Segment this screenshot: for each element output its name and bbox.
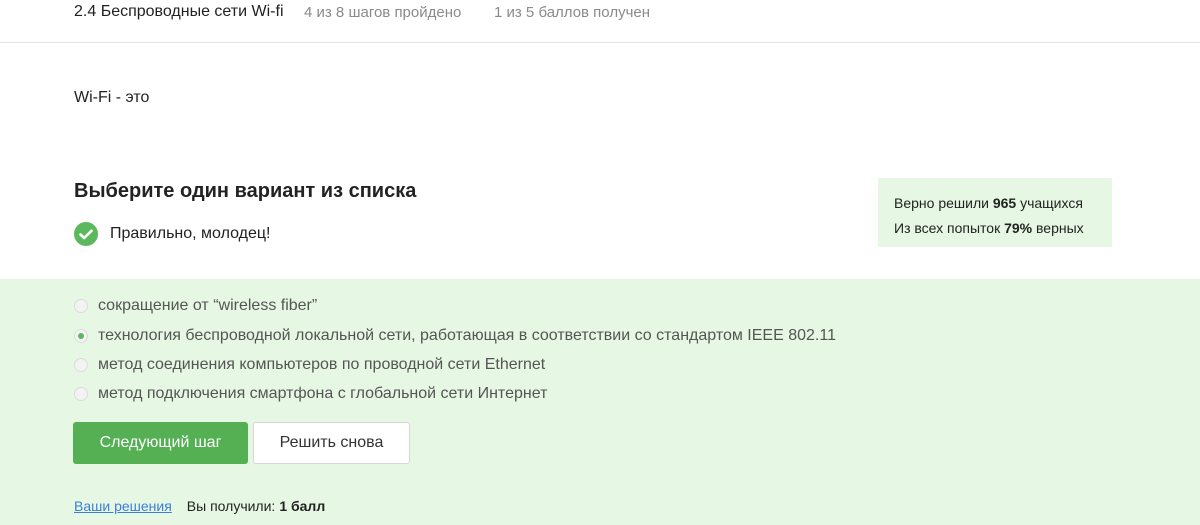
result-feedback: Правильно, молодец!: [74, 221, 270, 247]
lesson-title[interactable]: 2.4 Беспроводные сети Wi-fi: [74, 3, 284, 21]
option-1[interactable]: сокращение от “wireless fiber”: [74, 295, 317, 317]
option-2[interactable]: технология беспроводной локальной сети, …: [74, 325, 836, 347]
stats-solved: Верно решили 965 учащихся: [894, 195, 1083, 211]
your-solutions-link[interactable]: Ваши решения: [74, 498, 172, 514]
option-3[interactable]: метод соединения компьютеров по проводно…: [74, 354, 545, 376]
prompt-heading: Выберите один вариант из списка: [74, 180, 417, 202]
stats-attempts: Из всех попыток 79% верных: [894, 220, 1084, 236]
radio-unchecked[interactable]: [74, 358, 88, 372]
next-step-button[interactable]: Следующий шаг: [73, 422, 248, 464]
points-progress: 1 из 5 баллов получен: [494, 4, 651, 21]
received-label: Вы получили:: [186, 498, 276, 514]
steps-progress: 4 из 8 шагов пройдено: [304, 4, 462, 21]
received-value: 1 балл: [279, 498, 326, 514]
radio-unchecked[interactable]: [74, 387, 88, 401]
option-label[interactable]: технология беспроводной локальной сети, …: [98, 327, 836, 345]
option-4[interactable]: метод подключения смартфона с глобальной…: [74, 383, 547, 405]
lesson-header: 2.4 Беспроводные сети Wi-fi 4 из 8 шагов…: [0, 0, 1200, 43]
question-text: Wi-Fi - это: [74, 89, 150, 106]
answer-area: сокращение от “wireless fiber” технологи…: [0, 279, 1200, 525]
option-label[interactable]: сокращение от “wireless fiber”: [98, 297, 317, 315]
radio-unchecked[interactable]: [74, 299, 88, 313]
solve-again-button[interactable]: Решить снова: [253, 422, 410, 464]
check-icon: [74, 222, 98, 246]
option-label[interactable]: метод подключения смартфона с глобальной…: [98, 385, 547, 403]
stats-panel: Верно решили 965 учащихся Из всех попыто…: [878, 178, 1112, 247]
option-label[interactable]: метод соединения компьютеров по проводно…: [98, 356, 545, 374]
result-message: Правильно, молодец!: [110, 225, 271, 242]
footer: Ваши решения Вы получили: 1 балл: [74, 498, 325, 514]
radio-checked[interactable]: [74, 329, 88, 343]
